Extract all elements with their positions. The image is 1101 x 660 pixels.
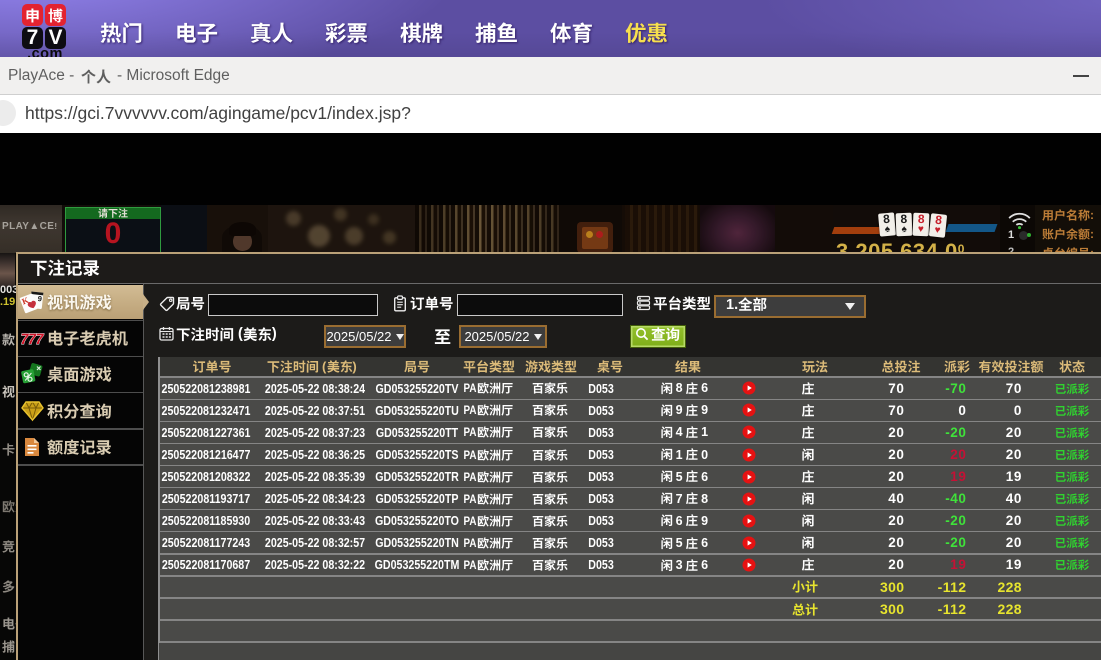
svg-text:7: 7 — [33, 331, 44, 348]
